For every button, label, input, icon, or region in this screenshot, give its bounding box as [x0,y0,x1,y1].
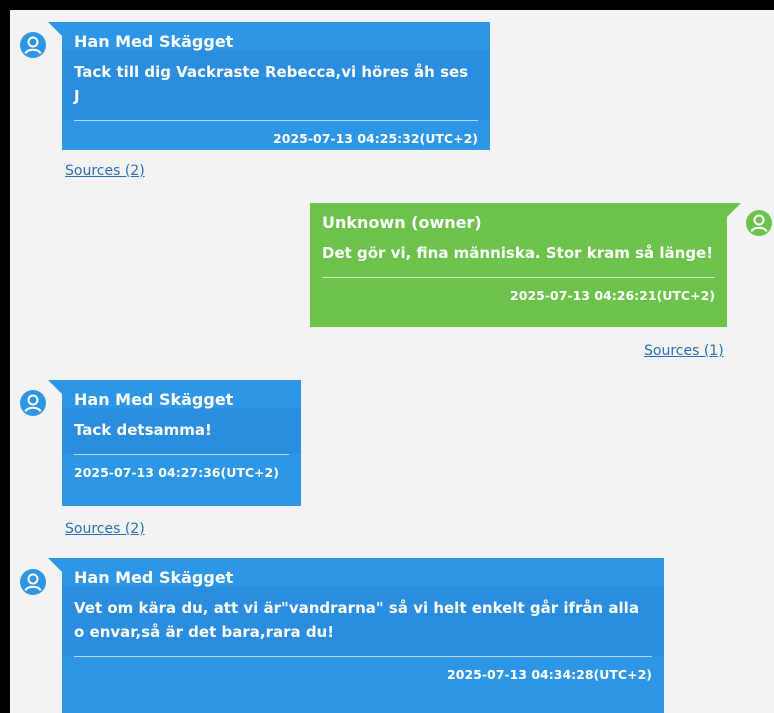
message-text: Det gör vi, fina människa. Stor kram så … [322,244,714,262]
bubble-tail [48,22,62,36]
bubble-tail [48,558,62,572]
bubble-tail [727,203,741,217]
message-timestamp: 2025-07-13 04:26:21(UTC+2) [510,288,715,303]
message-bubble: Han Med Skägget Tack detsamma! 2025-07-1… [48,380,301,506]
sources-link[interactable]: Sources (2) [65,163,145,179]
chat-thread: Han Med Skägget Tack till dig Vackraste … [10,10,774,713]
sources-link[interactable]: Sources (1) [644,343,724,359]
message-timestamp: 2025-07-13 04:25:32(UTC+2) [273,131,478,146]
user-avatar-icon [746,210,772,236]
message-bubble: Unknown (owner) Det gör vi, fina människ… [310,203,741,327]
user-avatar-icon [20,569,46,595]
message-bubble: Han Med Skägget Tack till dig Vackraste … [48,22,490,150]
sender-name: Han Med Skägget [74,32,234,51]
sender-name: Han Med Skägget [74,390,234,409]
message-timestamp: 2025-07-13 04:34:28(UTC+2) [447,667,652,682]
bubble-tail [48,380,62,394]
user-avatar-icon [20,390,46,416]
user-avatar-icon [20,32,46,58]
message-bubble: Han Med Skägget Vet om kära du, att vi ä… [48,558,664,713]
message-text: Tack detsamma! [74,421,212,439]
sender-name: Han Med Skägget [74,568,234,587]
sender-name: Unknown (owner) [322,213,482,232]
message-text: Tack till dig Vackraste Rebecca,vi höres… [74,63,469,105]
message-timestamp: 2025-07-13 04:27:36(UTC+2) [74,465,279,480]
message-text: Vet om kära du, att vi är"vandrarna" så … [74,599,639,641]
sources-link[interactable]: Sources (2) [65,521,145,537]
